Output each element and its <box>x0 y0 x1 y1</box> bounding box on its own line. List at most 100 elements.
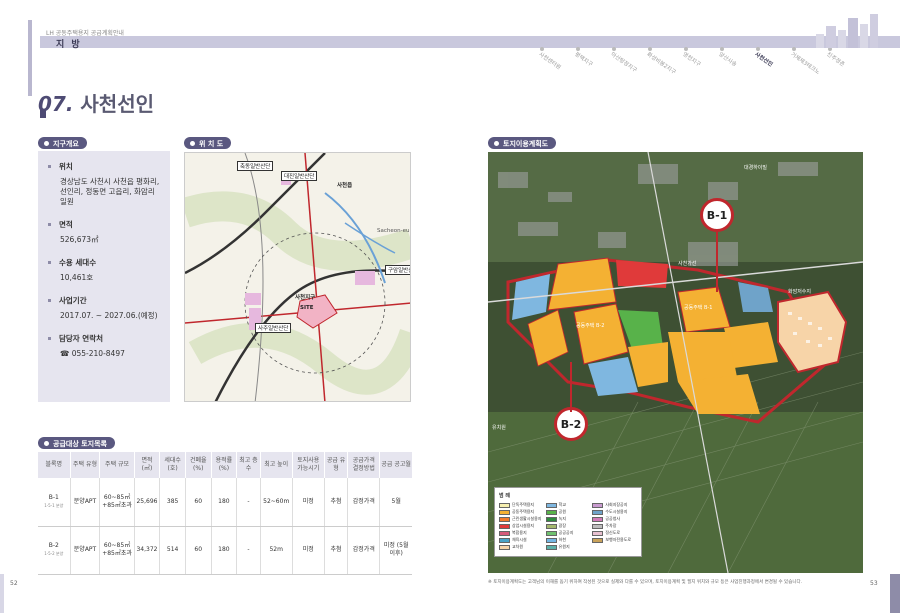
overview-item-value: 10,461호 <box>60 273 94 282</box>
legend-item: 주차장 <box>592 523 637 529</box>
table-cell-units: 514 <box>159 526 186 575</box>
location-map-label: SITE <box>300 305 314 311</box>
legend-item: 교차원 <box>499 544 544 550</box>
region-nav-item[interactable]: 평택지구 <box>573 50 594 69</box>
legend-item: 하천 <box>545 537 591 543</box>
legend-label: 사회지장공지 <box>605 502 628 507</box>
block-name: B-2 <box>48 542 59 549</box>
legend-swatch <box>592 509 604 515</box>
table-header-cell: 블록명 <box>38 452 71 478</box>
legend-swatch <box>592 523 604 529</box>
region-nav-item[interactable]: 진주정촌 <box>825 50 846 69</box>
region-nav-item[interactable]: 양산사송 <box>717 50 738 69</box>
legend-item: 공공청사 <box>592 516 637 522</box>
section-title: 07. 사천선인 <box>38 88 154 117</box>
location-map-label: 대진일반산단 <box>281 171 318 181</box>
landuse-map-label: 공동주택 B-2 <box>576 323 605 329</box>
landuse-map-label: 화암저수지 <box>788 289 812 295</box>
table-row: B-2 1-5-2 분양 분양APT 60~85㎡ +85㎡초과 34,372 514 60… <box>38 526 412 575</box>
legend-swatch <box>592 530 604 536</box>
legend-swatch <box>592 516 604 522</box>
table-header-cell: 공급가격 결정방법 <box>347 452 380 478</box>
table-header-row: 블록명 주택 유형 주택 규모 면적 (㎡) 세대수 (호) 건폐율 (%) 용적률 (%)… <box>38 452 412 478</box>
overview-item: 담당자 연락처 ☎ 055-210-8497 <box>46 333 162 359</box>
legend-swatch <box>592 502 604 508</box>
legend-swatch <box>545 509 557 515</box>
table-header-cell: 토지사용 가능시기 <box>291 452 325 478</box>
pin-b2-stem <box>570 362 572 412</box>
legend-swatch <box>545 516 557 522</box>
legend-label: 복합용지 <box>512 530 527 535</box>
legend-label: 정신도로 <box>605 530 621 535</box>
table-cell-price: 감정가격 <box>347 478 380 527</box>
table-cell-use-time: 미정 <box>291 526 325 575</box>
legend-item: 공동주택용지 <box>499 509 544 515</box>
legend-swatch <box>499 516 510 522</box>
supply-table: 블록명 주택 유형 주택 규모 면적 (㎡) 세대수 (호) 건폐율 (%) 용적률 (%)… <box>38 452 412 575</box>
legend-item: 체육시설 <box>499 537 544 543</box>
table-cell-size: 60~85㎡ +85㎡초과 <box>99 526 135 575</box>
page-number-right: 53 <box>870 580 878 587</box>
legend-item: 공원 <box>545 509 591 515</box>
supply-label: 공급대상 토지목록 <box>38 437 115 449</box>
table-cell-price: 감정가격 <box>347 526 380 575</box>
region-nav-item[interactable]: 사천선인 <box>753 50 774 69</box>
pin-b1: B-1 <box>700 198 734 292</box>
legend-item: 사회지장공지 <box>592 502 637 508</box>
overview-item: 면적 526,673㎡ <box>46 219 162 245</box>
legend-swatch <box>545 544 557 550</box>
legend-item: 상업시설용지 <box>499 523 544 529</box>
table-cell-type: 분양APT <box>69 478 100 527</box>
block-subtext: 1-5-2 분양 <box>44 551 64 556</box>
header-bar <box>40 36 900 48</box>
landuse-note: ※ 토지이용계획도는 고객님의 이해를 돕기 위하여 작성된 것으로 실제와 다… <box>488 580 803 585</box>
table-cell-type: 분양APT <box>69 526 100 575</box>
overview-item-value: 526,673㎡ <box>60 235 99 244</box>
legend-label: 녹지 <box>558 516 567 521</box>
legend-label: 학교 <box>558 502 567 507</box>
location-map-label: 사주일반산단 <box>255 323 292 333</box>
legend-swatch <box>545 530 557 536</box>
location-label: 위 치 도 <box>184 137 232 149</box>
legend-label: 광장 <box>558 523 567 528</box>
overview-item: 위치 경상남도 사천시 사천읍 평화리, 선인리, 정동면 고읍리, 화암리 일원 <box>46 161 162 207</box>
location-map-label: 사천지구 <box>295 295 316 301</box>
table-row: B-1 1-5-1 분양 분양APT 60~85㎡ +85㎡초과 25,696 385 60… <box>38 478 412 527</box>
overview-item: 사업기간 2017.07. ~ 2027.06.(예정) <box>46 295 162 321</box>
table-cell-floors: - <box>236 526 261 575</box>
legend-label: 단독주택용지 <box>512 502 535 507</box>
table-cell-block: B-1 1-5-1 분양 <box>38 478 71 527</box>
page-tab-left <box>0 574 4 613</box>
legend-label: 상업시설용지 <box>512 523 535 528</box>
legend-label: 근린생활시설용지 <box>512 516 542 521</box>
region-nav-item[interactable]: 영천지구 <box>681 50 702 69</box>
pin-b2: B-2 <box>554 407 588 441</box>
legend-swatch <box>545 502 557 508</box>
region-nav-item[interactable]: 사천센터원 <box>537 50 562 71</box>
legend-swatch <box>499 509 510 515</box>
section-number: 07. <box>38 92 74 116</box>
legend-swatch <box>499 530 510 536</box>
brochure-page: { "header": { "small_text": "LH 공동주택용지 공… <box>0 0 900 613</box>
table-cell-height: 52~60m <box>259 478 293 527</box>
table-header-cell: 건폐율 (%) <box>184 452 212 478</box>
legend-swatch <box>545 537 557 543</box>
legend-item: 학교 <box>545 502 591 508</box>
region-nav-item[interactable]: 아산탕정지구 <box>609 50 638 74</box>
legend-swatch <box>499 502 510 508</box>
overview-box: 위치 경상남도 사천시 사천읍 평화리, 선인리, 정동면 고읍리, 화암리 일원… <box>38 151 170 402</box>
table-cell-month: 미정 (5월 이후) <box>379 526 412 575</box>
region-nav-item[interactable]: 화성비봉2지구 <box>645 50 677 76</box>
region-nav-item[interactable]: 거제제3테크노 <box>789 50 821 76</box>
legend-label: 보행자전용도로 <box>605 537 632 542</box>
table-cell-bcr: 60 <box>184 526 212 575</box>
legend-label: 공공공지 <box>558 530 574 535</box>
landuse-label: 토지이용계획도 <box>488 137 557 149</box>
table-header-cell: 면적 (㎡) <box>133 452 160 478</box>
legend-label: 수도시설용지 <box>605 509 628 514</box>
header-title: 지 방 <box>56 40 82 50</box>
table-cell-far: 180 <box>210 478 237 527</box>
table-header-cell: 용적률 (%) <box>210 452 237 478</box>
legend-item: 단독주택용지 <box>499 502 544 508</box>
overview-item-label: 면적 <box>46 219 162 230</box>
